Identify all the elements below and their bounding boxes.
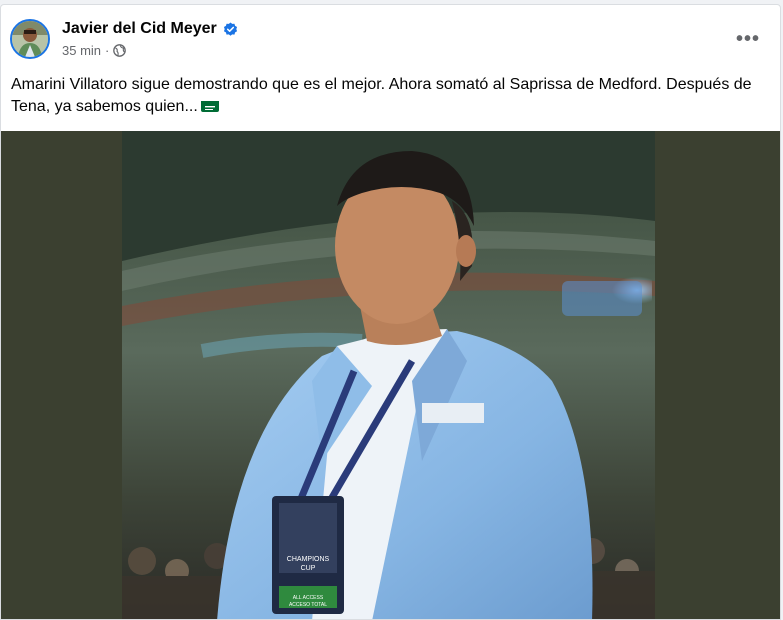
post-media[interactable]: CHAMPIONS CUP ALL ACCESS ACCESO TOTAL (1, 131, 780, 619)
flag-icon (200, 99, 219, 112)
author-row: Javier del Cid Meyer (62, 20, 238, 38)
post-timestamp[interactable]: 35 min (62, 43, 101, 58)
author-name[interactable]: Javier del Cid Meyer (62, 20, 217, 38)
svg-text:CUP: CUP (301, 565, 316, 572)
meta-separator: · (105, 43, 110, 58)
svg-text:CHAMPIONS: CHAMPIONS (287, 556, 330, 563)
post-photo[interactable]: CHAMPIONS CUP ALL ACCESS ACCESO TOTAL (122, 131, 655, 619)
svg-text:ACCESO TOTAL: ACCESO TOTAL (289, 602, 327, 608)
post-meta: 35 min · (62, 43, 127, 58)
globe-icon[interactable] (113, 44, 127, 57)
post-text: Amarini Villatoro sigue demostrando que … (11, 74, 771, 118)
avatar[interactable] (10, 19, 50, 59)
svg-text:ALL ACCESS: ALL ACCESS (293, 595, 324, 601)
post-header: Javier del Cid Meyer 35 min · ••• (1, 5, 780, 65)
post-card: Javier del Cid Meyer 35 min · ••• Amarin… (0, 4, 781, 620)
more-options-icon[interactable]: ••• (732, 23, 764, 55)
post-body: Amarini Villatoro sigue demostrando que … (11, 76, 752, 115)
verified-badge-icon (223, 21, 238, 37)
